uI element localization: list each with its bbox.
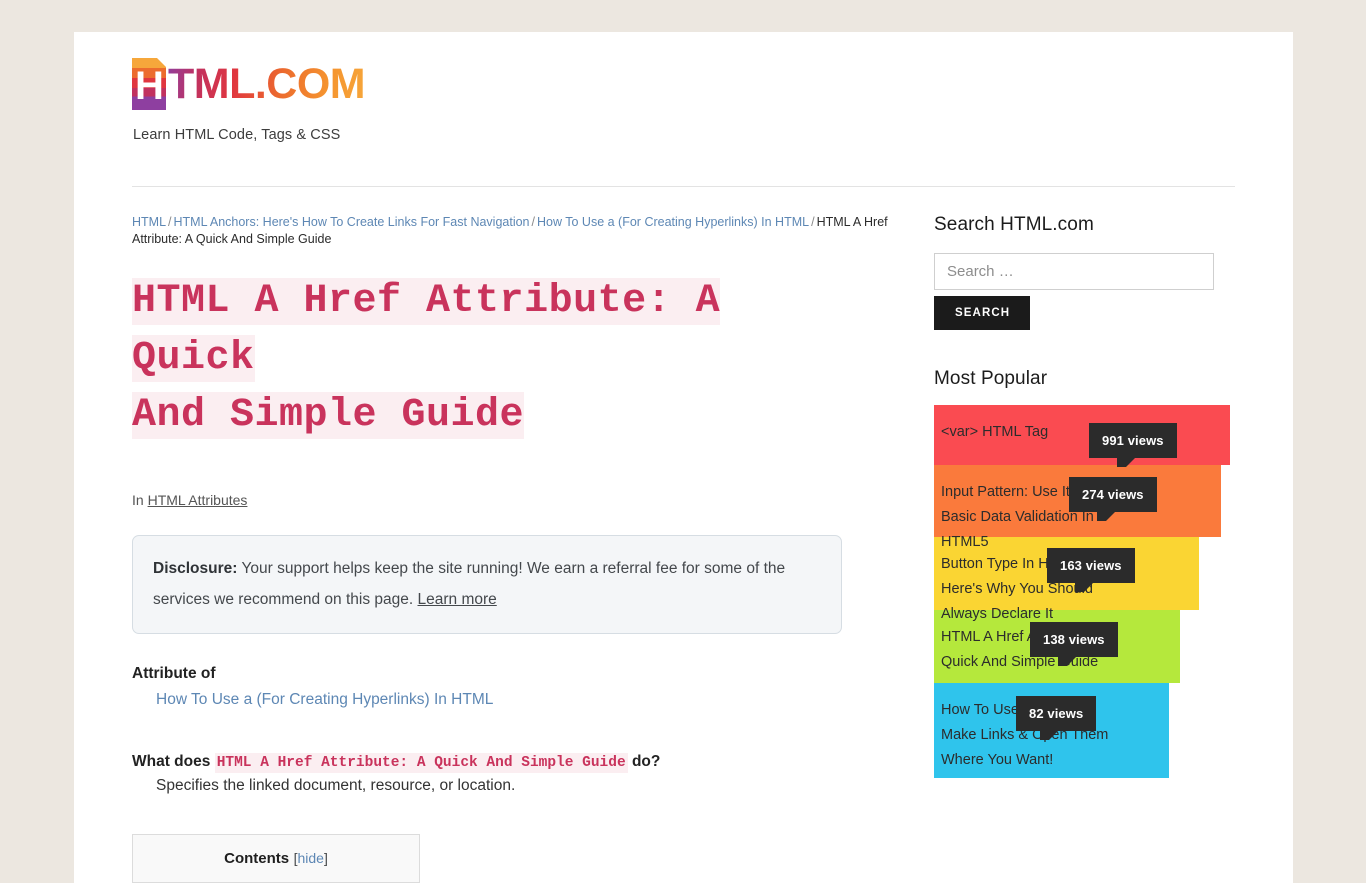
attribute-of-link[interactable]: How To Use a (For Creating Hyperlinks) I… [156, 691, 493, 708]
breadcrumb-item-how-to-use-a[interactable]: How To Use a (For Creating Hyperlinks) I… [537, 215, 809, 229]
contents-box: Contents [hide] [132, 834, 420, 883]
search-button[interactable]: SEARCH [934, 296, 1031, 330]
views-badge: 82 views [1016, 696, 1097, 740]
contents-toggle: [hide] [294, 850, 328, 866]
popular-item[interactable]: Input Pattern: Use It To Add Basic Data … [934, 465, 1221, 550]
main-column: HTML / HTML Anchors: Here's How To Create … [132, 214, 888, 883]
site-logo: H TML.COM [132, 58, 366, 110]
site-header: H TML.COM Learn HTML Code, Tags & CSS [74, 32, 1293, 143]
what-does-answer: Specifies the linked document, resource,… [156, 777, 516, 794]
page-container: H TML.COM Learn HTML Code, Tags & CSS HT… [74, 32, 1293, 883]
views-badge: 138 views [1030, 622, 1118, 666]
views-badge: 274 views [1069, 477, 1157, 521]
breadcrumb-item-html-anchors[interactable]: HTML Anchors: Here's How To Create Links… [174, 215, 530, 229]
logo-wordmark: TML.COM [168, 60, 366, 108]
logo-letter: H [135, 64, 164, 108]
site-tagline: Learn HTML Code, Tags & CSS [133, 127, 341, 143]
entry-category-link[interactable]: HTML Attributes [148, 492, 248, 508]
breadcrumb-separator: / [168, 215, 172, 229]
breadcrumb-separator: / [811, 215, 815, 229]
what-does-code: HTML A Href Attribute: A Quick And Simpl… [214, 753, 628, 773]
popular-item[interactable]: How To Use The <a> To Make Links & Open … [934, 683, 1169, 778]
breadcrumb: HTML / HTML Anchors: Here's How To Create … [132, 214, 937, 247]
disclosure-label: Disclosure: [153, 560, 238, 577]
most-popular-list: <var> HTML Tag 991 views Input Pattern: Us… [934, 405, 1264, 778]
page-title-line-1: HTML A Href Attribute: A Quick [132, 278, 721, 382]
breadcrumb-separator: / [531, 215, 535, 229]
attribute-of-label: Attribute of [132, 665, 216, 682]
contents-title: Contents [224, 850, 290, 867]
what-does-row: What does HTML A Href Attribute: A Quick… [132, 753, 882, 773]
entry-meta: In HTML Attributes [132, 492, 882, 508]
html-document-icon: H [132, 58, 166, 110]
most-popular-title: Most Popular [934, 368, 1048, 389]
contents-bracket-close: ] [323, 850, 328, 866]
content-row: HTML / HTML Anchors: Here's How To Create … [74, 214, 1293, 883]
breadcrumb-item-html[interactable]: HTML [132, 215, 166, 229]
views-badge: 991 views [1089, 423, 1177, 467]
disclosure-box: Disclosure: Your support helps keep the … [132, 535, 842, 634]
page-title: HTML A Href Attribute: A Quick And Simpl… [132, 273, 862, 444]
what-does-prefix: What does [132, 753, 211, 770]
contents-hide-link[interactable]: hide [297, 850, 323, 866]
disclosure-learn-more-link[interactable]: Learn more [418, 591, 497, 608]
search-widget-title: Search HTML.com [934, 214, 1094, 235]
views-badge: 163 views [1047, 548, 1135, 592]
page-title-line-2: And Simple Guide [132, 392, 525, 439]
attribute-of-value: How To Use a (For Creating Hyperlinks) I… [132, 687, 882, 712]
search-input[interactable] [934, 253, 1214, 290]
header-divider [132, 186, 1235, 187]
popular-item[interactable]: <var> HTML Tag 991 views [934, 405, 1230, 467]
entry-meta-prefix: In [132, 492, 144, 508]
sidebar: Search HTML.com SEARCH Most Popular <var… [934, 214, 1264, 883]
what-does-suffix: do? [631, 753, 661, 770]
site-logo-link[interactable]: H TML.COM [132, 58, 366, 110]
